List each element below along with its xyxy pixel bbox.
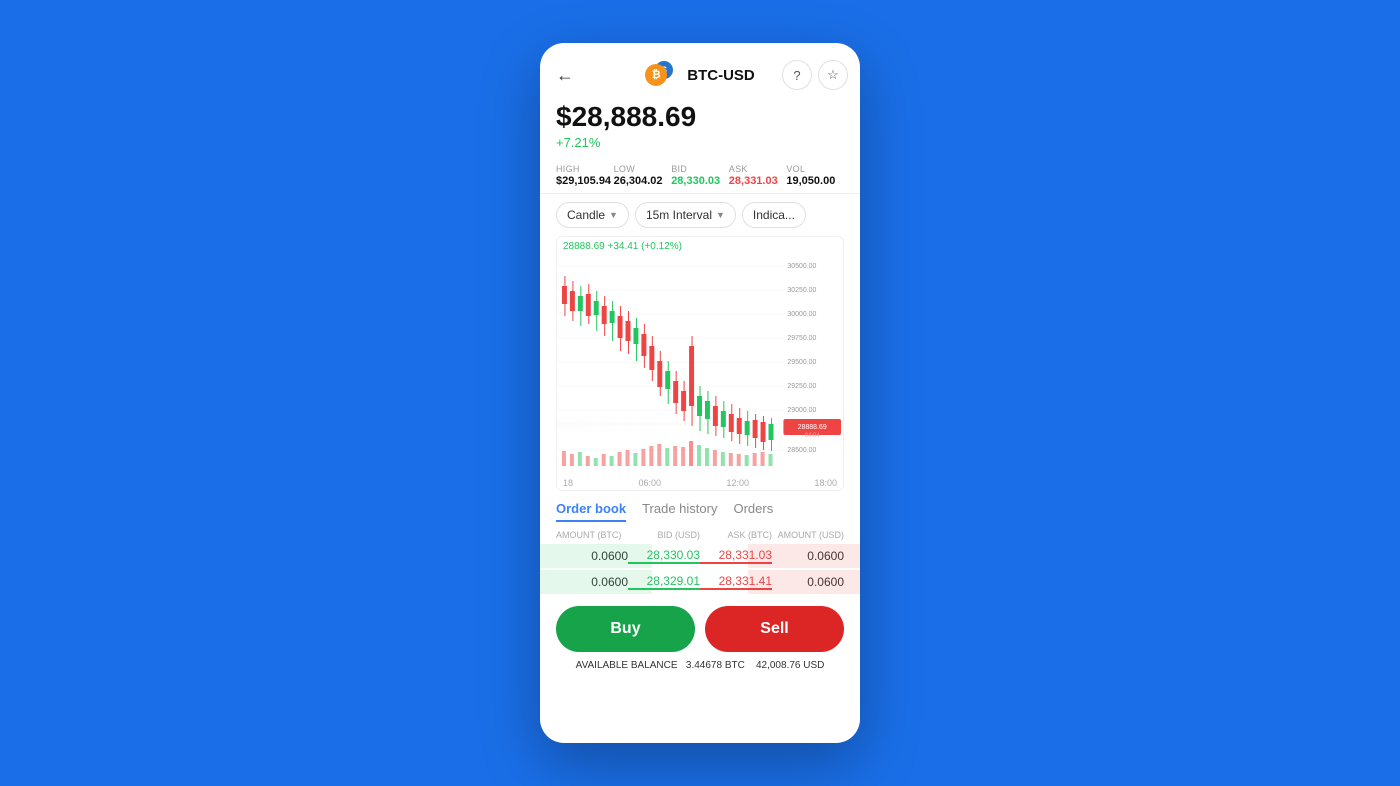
- main-price: $28,888.69: [556, 101, 844, 133]
- action-buttons: ? ☆: [782, 60, 848, 90]
- balance-label: AVAILABLE BALANCE: [576, 660, 678, 671]
- tab-orders[interactable]: Orders: [733, 501, 773, 522]
- btc-balance: 3.44678 BTC: [686, 660, 745, 671]
- candle-dropdown[interactable]: Candle ▼: [556, 202, 629, 228]
- buy-sell-row: Buy Sell: [540, 594, 860, 658]
- order-book-row: 0.0600 28,329.01 28,331.41 0.0600: [540, 570, 860, 594]
- stat-vol: VOL 19,050.00: [786, 164, 844, 187]
- svg-text:30500.00: 30500.00: [787, 263, 816, 270]
- tab-order-book[interactable]: Order book: [556, 501, 626, 522]
- price-section: $28,888.69 +7.21%: [540, 97, 860, 158]
- col-amount-usd: AMOUNT (USD): [772, 530, 844, 540]
- chart-area: 28888.69 +34.41 (+0.12%) 30500.00 30250.…: [556, 236, 844, 491]
- bid-bar: [540, 544, 652, 568]
- chart-time-labels: 18 06:00 12:00 18:00: [557, 476, 843, 490]
- order-book-row: 0.0600 28,330.03 28,331.03 0.0600: [540, 544, 860, 568]
- ask-bar: [748, 544, 860, 568]
- col-bid: BID (USD): [628, 530, 700, 540]
- indicators-dropdown[interactable]: Indica...: [742, 202, 806, 228]
- back-button[interactable]: ←: [556, 65, 574, 86]
- svg-text:30250.00: 30250.00: [787, 287, 816, 294]
- phone-card: ← ₿ $ BTC-USD ? ☆ $28,888.69 +7.21% HIGH…: [540, 43, 860, 743]
- interval-chevron-icon: ▼: [716, 210, 725, 220]
- chart-price-label: 28888.69 +34.41 (+0.12%): [557, 237, 843, 256]
- pair-name: BTC-USD: [687, 67, 755, 84]
- svg-text:30000.00: 30000.00: [787, 311, 816, 318]
- bid-bar: [540, 570, 652, 594]
- stat-ask: ASK 28,331.03: [729, 164, 787, 187]
- svg-text:28888.69: 28888.69: [798, 424, 827, 431]
- chart-controls: Candle ▼ 15m Interval ▼ Indica...: [540, 194, 860, 236]
- svg-text:29750.00: 29750.00: [787, 335, 816, 342]
- stat-high: HIGH $29,105.94: [556, 164, 614, 187]
- svg-text:04:04: 04:04: [805, 433, 821, 439]
- ask-bar: [748, 570, 860, 594]
- stats-row: HIGH $29,105.94 LOW 26,304.02 BID 28,330…: [540, 158, 860, 194]
- svg-text:28500.00: 28500.00: [787, 447, 816, 454]
- btc-circle: ₿: [645, 64, 667, 86]
- col-amount-btc: AMOUNT (BTC): [556, 530, 628, 540]
- candle-chevron-icon: ▼: [609, 210, 618, 220]
- svg-text:29500.00: 29500.00: [787, 359, 816, 366]
- order-tabs: Order book Trade history Orders: [540, 491, 860, 526]
- sell-button[interactable]: Sell: [705, 606, 844, 652]
- interval-dropdown[interactable]: 15m Interval ▼: [635, 202, 736, 228]
- svg-text:29250.00: 29250.00: [787, 383, 816, 390]
- svg-text:29000.00: 29000.00: [787, 407, 816, 414]
- tab-trade-history[interactable]: Trade history: [642, 501, 717, 522]
- pair-info: ₿ $ BTC-USD: [645, 61, 755, 89]
- price-change: +7.21%: [556, 135, 844, 150]
- favorite-button[interactable]: ☆: [818, 60, 848, 90]
- header: ← ₿ $ BTC-USD ? ☆: [540, 43, 860, 97]
- stat-bid: BID 28,330.03: [671, 164, 729, 187]
- pair-icon: ₿ $: [645, 61, 673, 89]
- buy-button[interactable]: Buy: [556, 606, 695, 652]
- balance-row: AVAILABLE BALANCE 3.44678 BTC 42,008.76 …: [540, 658, 860, 673]
- help-button[interactable]: ?: [782, 60, 812, 90]
- candlestick-chart: 30500.00 30250.00 30000.00 29750.00 2950…: [557, 256, 843, 476]
- usd-balance: 42,008.76 USD: [756, 660, 824, 671]
- col-ask: ASK (BTC): [700, 530, 772, 540]
- stat-low: LOW 26,304.02: [614, 164, 672, 187]
- order-book-header: AMOUNT (BTC) BID (USD) ASK (BTC) AMOUNT …: [540, 526, 860, 544]
